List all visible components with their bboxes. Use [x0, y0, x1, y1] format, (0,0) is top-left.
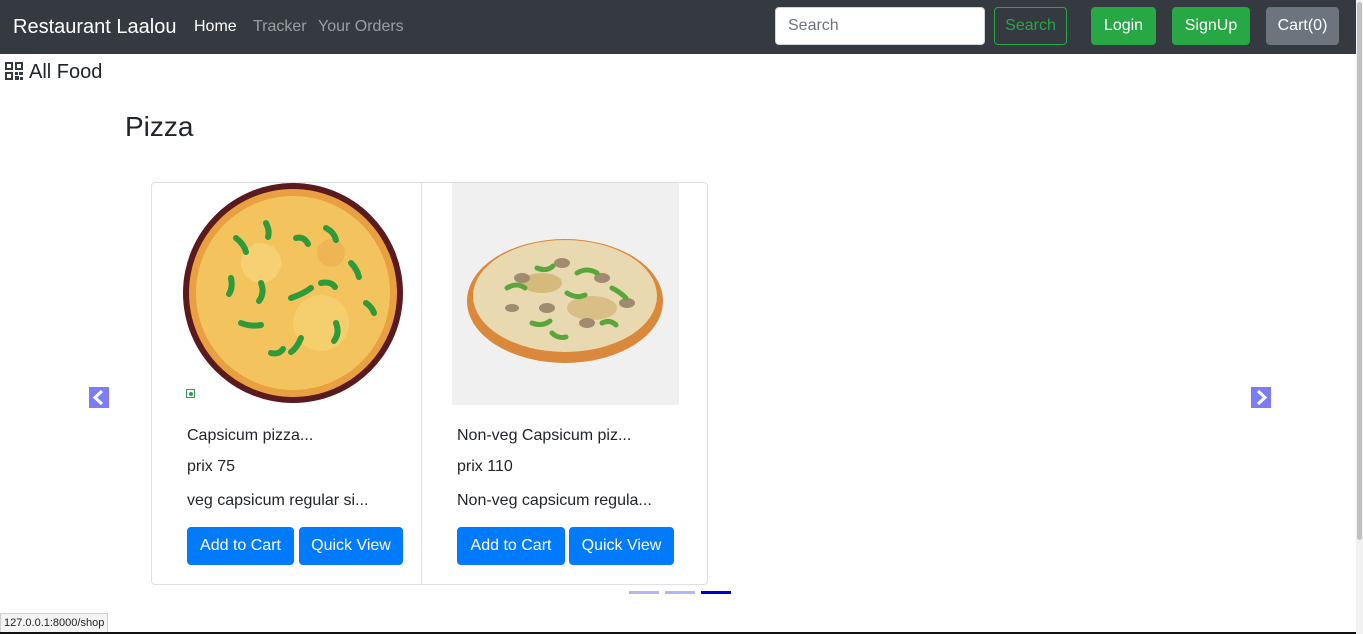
nav-link-home[interactable]: Home: [194, 17, 237, 37]
product-title: Capsicum pizza...: [187, 427, 314, 444]
search-input[interactable]: [775, 7, 985, 45]
product-title: Non-veg Capsicum piz...: [457, 427, 632, 444]
category-title: Pizza: [125, 111, 194, 142]
product-description: Non-veg capsicum regula...: [457, 492, 652, 509]
quick-view-button[interactable]: Quick View: [569, 527, 674, 565]
nav-link-tracker[interactable]: Tracker: [253, 17, 307, 37]
product-image-nonveg-capsicum-pizza: [452, 183, 679, 405]
scrollbar-thumb[interactable]: [1357, 2, 1362, 540]
cart-button[interactable]: Cart(0): [1266, 7, 1339, 45]
chevron-right-icon: [1256, 389, 1268, 406]
add-to-cart-button[interactable]: Add to Cart: [457, 527, 565, 565]
product-price: prix 110: [457, 458, 513, 475]
browser-status-url: 127.0.0.1:8000/shop: [0, 613, 109, 634]
veg-indicator-icon: [186, 389, 195, 398]
navbar: Restaurant Laalou Home Tracker Your Orde…: [0, 0, 1356, 54]
nav-link-your-orders[interactable]: Your Orders: [318, 17, 404, 37]
carousel-prev-button[interactable]: [89, 387, 109, 408]
qr-grid-icon: [5, 62, 23, 80]
carousel-indicator-1[interactable]: [629, 591, 659, 594]
carousel-indicator-2[interactable]: [665, 591, 695, 594]
card-divider: [421, 183, 422, 584]
product-description: veg capsicum regular si...: [187, 492, 369, 509]
chevron-left-icon: [92, 389, 104, 406]
add-to-cart-button[interactable]: Add to Cart: [187, 527, 294, 565]
signup-button[interactable]: SignUp: [1172, 7, 1250, 45]
all-food-label: All Food: [29, 61, 103, 83]
quick-view-button[interactable]: Quick View: [299, 527, 403, 565]
product-price: prix 75: [187, 458, 236, 475]
carousel-indicator-3[interactable]: [701, 591, 731, 594]
brand-link[interactable]: Restaurant Laalou: [13, 15, 176, 39]
carousel-next-button[interactable]: [1251, 387, 1271, 408]
login-button[interactable]: Login: [1091, 7, 1156, 45]
product-image-capsicum-pizza: [181, 183, 408, 405]
search-button[interactable]: Search: [994, 7, 1067, 45]
